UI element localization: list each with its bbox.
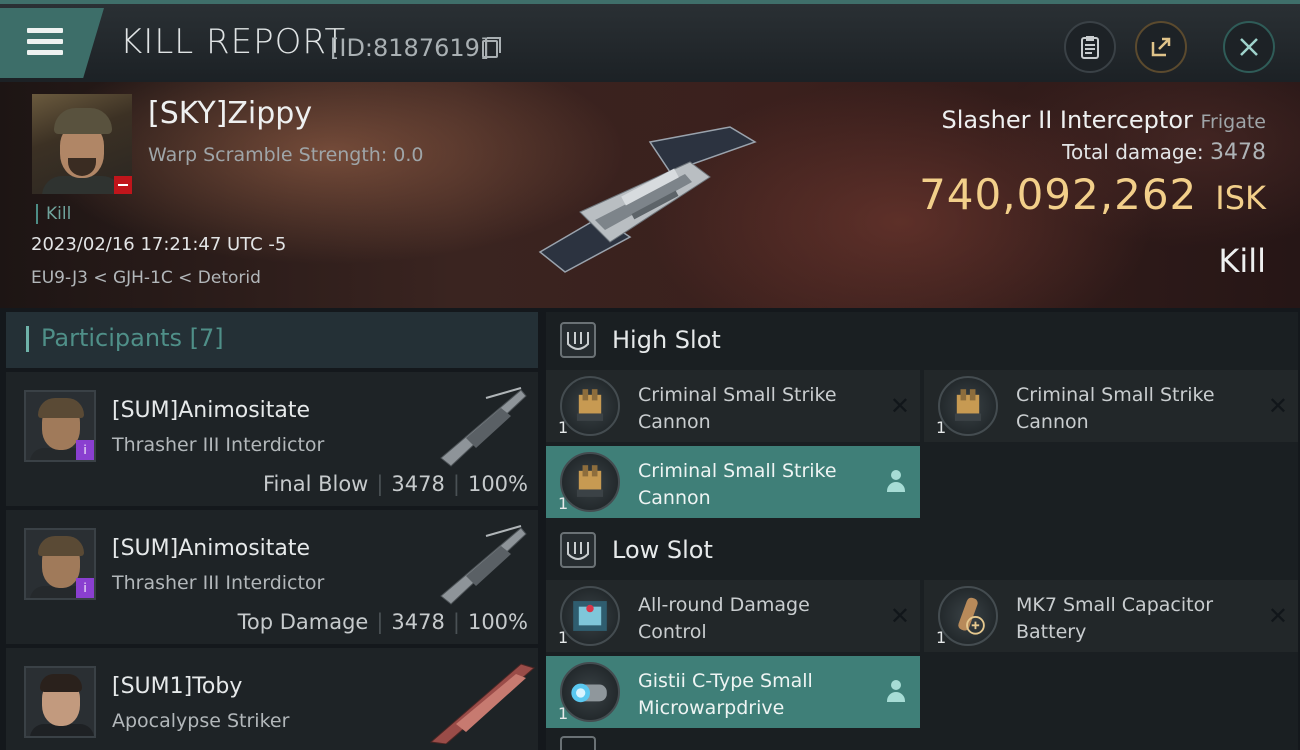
module-slot[interactable]: 1 MK7 Small Capacitor Battery ✕: [924, 580, 1298, 652]
low-slot-icon: [560, 532, 596, 568]
page-title: KILL REPORT: [120, 22, 347, 62]
destroyed-x-icon: ✕: [1267, 392, 1288, 420]
module-quantity: 1: [936, 628, 947, 647]
copy-icon[interactable]: [482, 37, 501, 58]
module-quantity: 1: [936, 418, 947, 437]
participants-title: Participants [7]: [41, 324, 224, 352]
total-damage: Total damage: 3478: [1062, 140, 1266, 165]
module-name: Criminal Small Strike Cannon: [638, 460, 837, 509]
kill-result-label: Kill: [1218, 242, 1266, 280]
destroyed-x-icon: ✕: [889, 392, 910, 420]
isk-amount: 740,092,262: [919, 170, 1198, 219]
participant-name: [SUM1]Toby: [112, 674, 243, 699]
ship-name-text: Slasher II Interceptor: [941, 106, 1193, 134]
participant-ship-image: [429, 663, 536, 744]
warp-scramble-strength: Warp Scramble Strength: 0.0: [148, 144, 424, 166]
module-name: Criminal Small Strike Cannon: [1016, 384, 1215, 433]
participants-header[interactable]: Participants [7]: [6, 312, 538, 368]
cannon-module-icon: [938, 376, 998, 436]
destroyed-x-icon: ✕: [889, 602, 910, 630]
empty-slot: [924, 656, 1298, 728]
top-bar: KILL REPORT [ID:8187619]: [0, 0, 1300, 82]
participant-ship: Thrasher III Interdictor: [112, 572, 325, 594]
cannon-module-icon: [560, 452, 620, 512]
total-damage-value: 3478: [1210, 140, 1266, 165]
minus-badge-icon: [114, 176, 132, 194]
hamburger-icon: [27, 28, 63, 61]
ship-class: Frigate: [1200, 111, 1266, 133]
participant-ship: Thrasher III Interdictor: [112, 434, 325, 456]
module-slot[interactable]: 1 Criminal Small Strike Cannon ✕: [924, 370, 1298, 442]
module-quantity: 1: [558, 628, 569, 647]
isk-unit: ISK: [1215, 179, 1266, 217]
kill-tag: Kill: [36, 204, 71, 224]
participant-card[interactable]: i [SUM]Animositate Thrasher III Interdic…: [6, 372, 538, 506]
participant-damage: 3478: [391, 472, 445, 496]
module-slot[interactable]: 1 Criminal Small Strike Cannon: [546, 446, 920, 518]
participant-avatar[interactable]: i: [24, 528, 96, 600]
microwarpdrive-module-icon: [560, 662, 620, 722]
high-slot-icon: [560, 322, 596, 358]
share-button[interactable]: [1135, 21, 1187, 73]
menu-button[interactable]: [0, 8, 104, 78]
participant-ship: Apocalypse Striker: [112, 710, 290, 732]
module-slot[interactable]: 1 Gistii C-Type Small Microwarpdrive: [546, 656, 920, 728]
fitting-panel: High Slot 1 Criminal Small Strike Cannon…: [546, 312, 1298, 750]
mid-slot-icon: [560, 736, 596, 750]
destroyed-x-icon: ✕: [1267, 602, 1288, 630]
participant-ship-image: [440, 525, 527, 605]
participants-panel: Participants [7] i [SUM]Animositate Thra…: [6, 312, 538, 750]
close-button[interactable]: [1223, 21, 1275, 73]
dropped-person-icon: [886, 680, 906, 702]
low-slot-label: Low Slot: [612, 536, 713, 564]
clipboard-button[interactable]: [1064, 21, 1116, 73]
victim-banner: [SKY]Zippy Warp Scramble Strength: 0.0 K…: [0, 82, 1300, 308]
cannon-module-icon: [560, 376, 620, 436]
participant-percent: 100%: [467, 610, 528, 634]
high-slot-label: High Slot: [612, 326, 721, 354]
role-badge-icon: i: [76, 440, 94, 460]
clipboard-icon: [1081, 36, 1099, 59]
isk-value: 740,092,262 ISK: [919, 170, 1266, 219]
participant-name: [SUM]Animositate: [112, 536, 311, 561]
empty-slot: [924, 446, 1298, 518]
module-quantity: 1: [558, 704, 569, 723]
participant-stats: Top Damage | 3478 | 100%: [237, 610, 528, 634]
high-slot-header: High Slot: [546, 312, 1298, 370]
capacitor-battery-module-icon: [938, 586, 998, 646]
kill-location[interactable]: EU9-J3 < GJH-1C < Detorid: [31, 268, 261, 288]
module-name: Criminal Small Strike Cannon: [638, 384, 837, 433]
report-id: [ID:8187619]: [330, 34, 490, 62]
role-badge-icon: i: [76, 578, 94, 598]
participant-ship-image: [440, 387, 527, 467]
participant-avatar[interactable]: [24, 666, 96, 738]
share-icon: [1151, 37, 1171, 57]
dropped-person-icon: [886, 470, 906, 492]
participant-card[interactable]: i [SUM]Animositate Thrasher III Interdic…: [6, 510, 538, 644]
participant-tag: Top Damage: [237, 610, 369, 634]
participant-card[interactable]: [SUM1]Toby Apocalypse Striker: [6, 648, 538, 750]
module-slot[interactable]: 1 Criminal Small Strike Cannon ✕: [546, 370, 920, 442]
victim-ship-image: [538, 126, 757, 273]
participant-avatar[interactable]: i: [24, 390, 96, 462]
module-name: MK7 Small Capacitor Battery: [1016, 594, 1214, 643]
participant-damage: 3478: [391, 610, 445, 634]
module-name: All-round Damage Control: [638, 594, 810, 643]
victim-ship-name[interactable]: Slasher II Interceptor Frigate: [942, 106, 1266, 134]
participant-stats: Final Blow | 3478 | 100%: [263, 472, 528, 496]
total-damage-label: Total damage:: [1062, 140, 1204, 164]
participant-tag: Final Blow: [263, 472, 369, 496]
close-icon: [1240, 38, 1258, 56]
module-name: Gistii C-Type Small Microwarpdrive: [638, 670, 813, 719]
kill-datetime: 2023/02/16 17:21:47 UTC -5: [31, 234, 287, 255]
victim-name[interactable]: [SKY]Zippy: [148, 96, 312, 131]
module-slot[interactable]: 1 All-round Damage Control ✕: [546, 580, 920, 652]
low-slot-header: Low Slot: [546, 522, 1298, 580]
module-quantity: 1: [558, 494, 569, 513]
participant-name: [SUM]Animositate: [112, 398, 311, 423]
damage-control-module-icon: [560, 586, 620, 646]
module-quantity: 1: [558, 418, 569, 437]
participant-percent: 100%: [467, 472, 528, 496]
